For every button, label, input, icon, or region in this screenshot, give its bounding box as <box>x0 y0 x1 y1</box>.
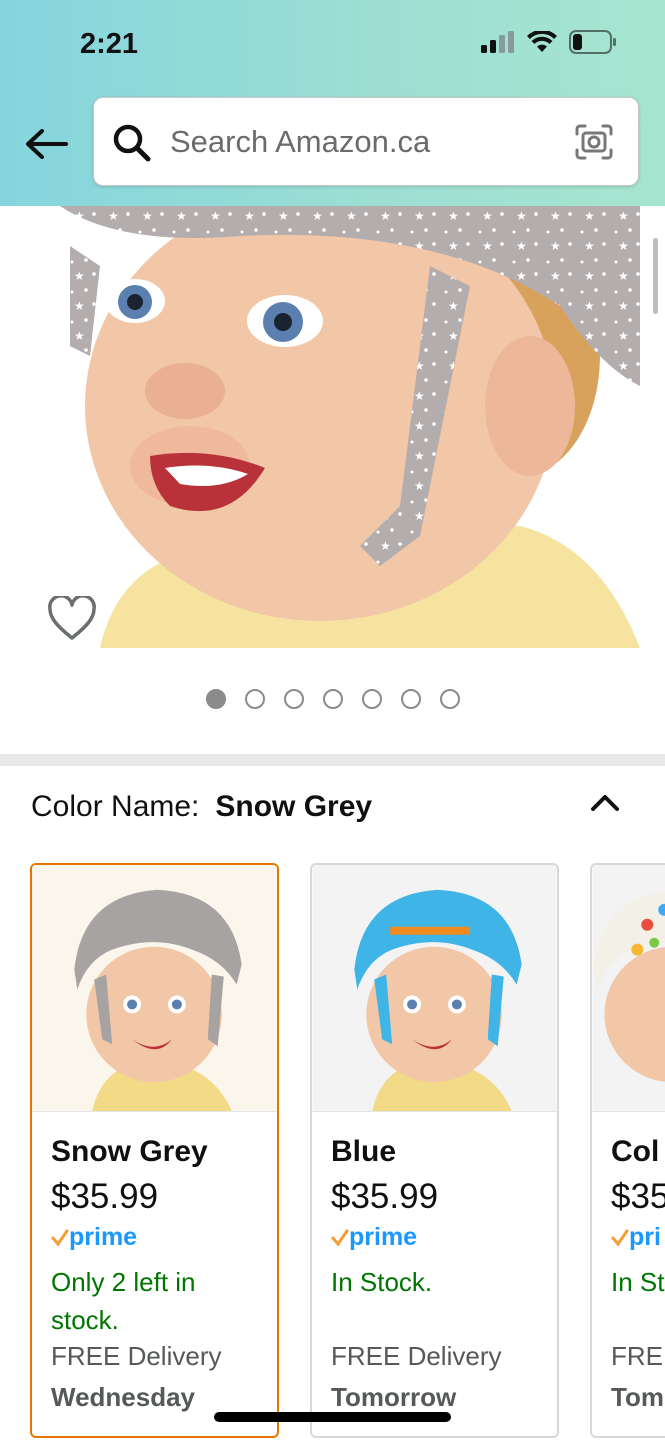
color-variant-carousel[interactable]: Snow Grey $35.99 prime Only 2 left in st… <box>30 863 665 1440</box>
scroll-indicator[interactable] <box>653 238 658 314</box>
variant-card-blue[interactable]: Blue $35.99 prime In Stock. FREE Deliver… <box>310 863 559 1438</box>
variant-name: Snow Grey <box>51 1135 208 1168</box>
prime-check-icon <box>51 1229 69 1247</box>
stock-status: In St <box>611 1267 665 1297</box>
status-icons <box>481 30 617 54</box>
delivery-label: FREE <box>611 1341 665 1371</box>
prime-label: pri <box>629 1223 661 1251</box>
variant-thumbnail <box>312 865 557 1112</box>
wifi-icon <box>527 31 557 52</box>
stock-status: Only 2 left in stock. <box>51 1267 196 1335</box>
section-divider <box>0 754 665 766</box>
delivery-label: FREE Delivery <box>51 1341 222 1371</box>
camera-scan-icon[interactable] <box>574 123 614 161</box>
product-main-image[interactable]: ★ <box>0 206 665 648</box>
pagination-dot[interactable] <box>440 689 460 709</box>
back-arrow-icon[interactable] <box>22 122 70 166</box>
pagination-dot[interactable] <box>245 689 265 709</box>
search-bar[interactable] <box>93 97 639 186</box>
variant-name: Blue <box>331 1135 397 1168</box>
delivery-day: Tom <box>611 1382 664 1412</box>
variant-thumbnail <box>32 865 277 1112</box>
app-header: 2:21 <box>0 0 665 206</box>
battery-icon <box>569 30 616 54</box>
pagination-dot[interactable] <box>401 689 421 709</box>
color-name-row: Color Name: Snow Grey <box>31 790 372 824</box>
stock-status: In Stock. <box>331 1267 433 1297</box>
delivery-day: Tomorrow <box>331 1382 457 1412</box>
chevron-up-icon[interactable] <box>588 786 622 820</box>
pagination-dot[interactable] <box>284 689 304 709</box>
prime-badge: prime <box>51 1223 137 1252</box>
wishlist-heart-icon[interactable] <box>47 596 97 642</box>
prime-label: prime <box>349 1223 418 1251</box>
pagination-dot[interactable] <box>323 689 343 709</box>
variant-price: $35.99 <box>331 1177 439 1216</box>
variant-thumbnail <box>592 865 665 1112</box>
pagination-dot[interactable] <box>362 689 382 709</box>
signal-icon <box>481 31 514 53</box>
baby-helmet-photo: ★ <box>0 206 665 648</box>
image-pagination <box>0 689 665 709</box>
variant-card-third[interactable]: Col $35 pri In St FREE Tom <box>590 863 665 1438</box>
variant-price: $35.99 <box>51 1177 159 1216</box>
variant-card-snow-grey[interactable]: Snow Grey $35.99 prime Only 2 left in st… <box>30 863 279 1438</box>
search-icon <box>113 124 151 162</box>
delivery-label: FREE Delivery <box>331 1341 502 1371</box>
variant-name: Col <box>611 1135 660 1168</box>
prime-badge: prime <box>331 1223 417 1252</box>
color-name-value: Snow Grey <box>215 790 373 823</box>
prime-label: prime <box>69 1223 138 1251</box>
status-time: 2:21 <box>80 28 139 60</box>
variant-price: $35 <box>611 1177 665 1216</box>
prime-check-icon <box>331 1229 349 1247</box>
pagination-dot[interactable] <box>206 689 226 709</box>
color-name-label: Color Name: <box>31 790 200 823</box>
prime-check-icon <box>611 1229 629 1247</box>
delivery-day: Wednesday <box>51 1382 196 1412</box>
home-indicator[interactable] <box>214 1412 451 1422</box>
prime-badge: pri <box>611 1223 661 1252</box>
search-input[interactable] <box>170 116 560 168</box>
